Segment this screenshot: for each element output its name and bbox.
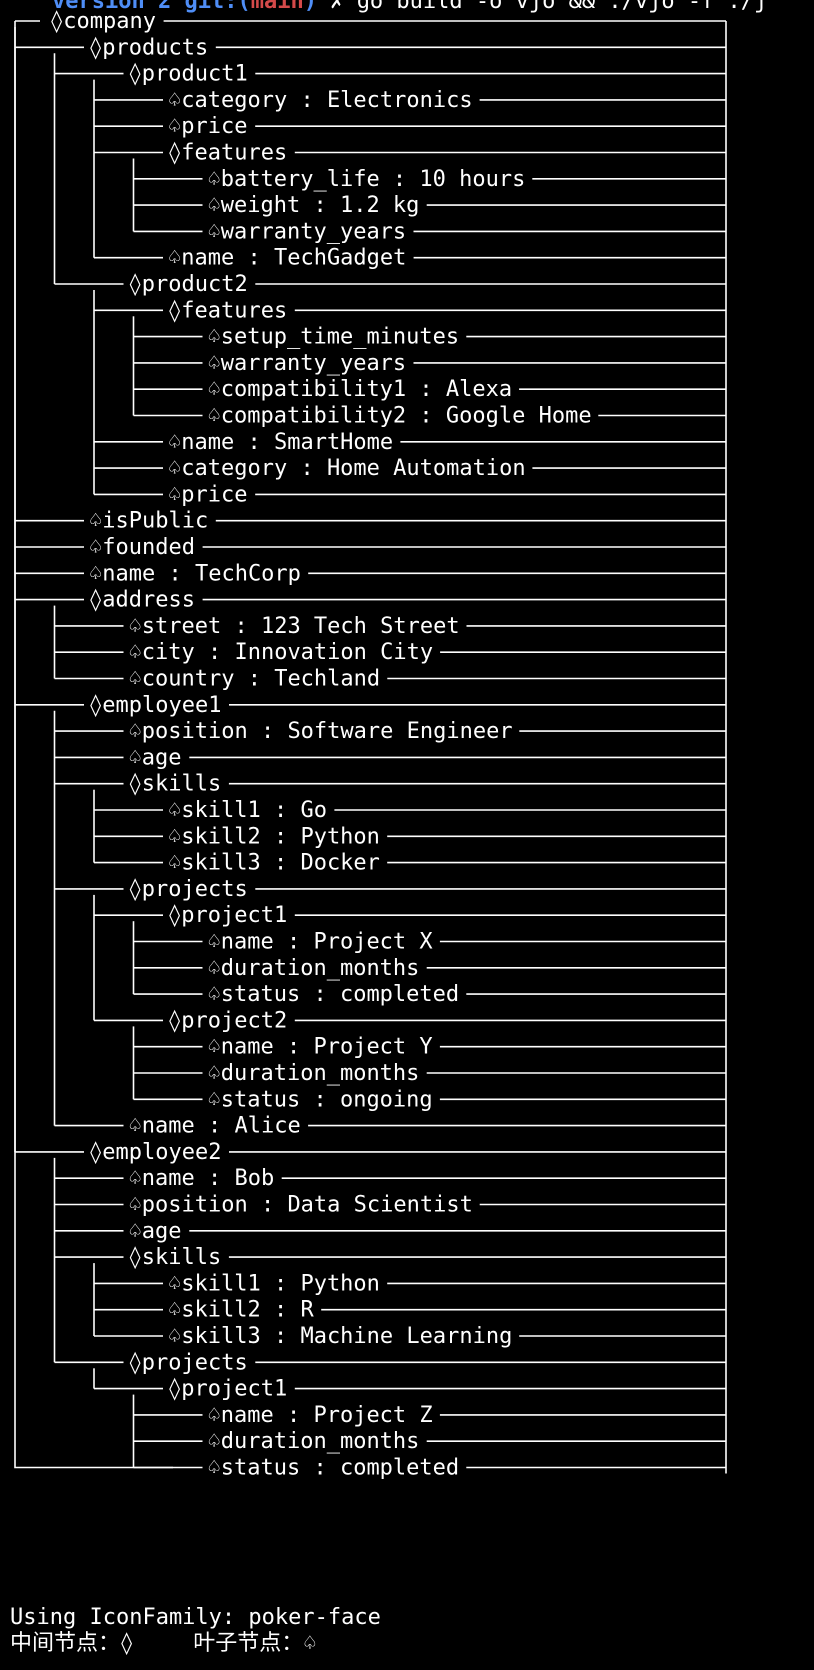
tree-inner-node: ◊address — [89, 588, 195, 613]
tree-leaf-node: ♤skill3 : Machine Learning — [168, 1324, 512, 1349]
tree-leaf-node: ♤price — [168, 114, 247, 139]
tree-leaf-node: ♤isPublic — [89, 509, 208, 534]
tree-leaf-node: ♤position : Data Scientist — [129, 1193, 473, 1218]
tree-leaf-node: ♤name : Project X — [208, 930, 434, 955]
tree-inner-node: ◊skills — [129, 1245, 222, 1270]
tree-leaf-node: ♤compatibility2 : Google Home — [208, 404, 592, 429]
tree-leaf-node: ♤age — [129, 1219, 182, 1244]
tree-inner-node: ◊features — [168, 141, 287, 166]
tree-leaf-node: ♤name : Project Y — [208, 1035, 433, 1060]
tree-leaf-node: ♤skill3 : Docker — [168, 851, 380, 876]
tree-inner-node: ◊project1 — [168, 903, 287, 928]
tree-leaf-node: ♤warranty_years — [208, 351, 407, 376]
tree-leaf-node: ♤skill2 : R — [168, 1298, 314, 1323]
tree-leaf-node: ♤skill2 : Python — [168, 824, 380, 849]
tree-leaf-node: ♤city : Innovation City — [129, 640, 434, 665]
inner-node-legend: 中间节点：◊ — [10, 1631, 134, 1656]
tree-inner-node: ◊product1 — [129, 62, 248, 87]
tree-leaf-node: ♤category : Electronics — [168, 88, 473, 113]
tree-leaf-node: ♤warranty_years — [208, 219, 407, 244]
tree-output: ◊company◊products◊product1♤category : El… — [14, 9, 727, 1481]
tree-leaf-node: ♤country : Techland — [129, 667, 381, 692]
tree-inner-node: ◊company — [50, 9, 156, 34]
tree-leaf-node: ♤status : completed — [208, 1456, 460, 1481]
tree-leaf-node: ♤weight : 1.2 kg — [208, 193, 420, 218]
tree-leaf-node: ♤founded — [89, 535, 195, 560]
tree-leaf-node: ♤name : Project Z — [208, 1403, 433, 1428]
tree-leaf-node: ♤duration_months — [208, 1061, 420, 1086]
tree-inner-node: ◊project1 — [168, 1377, 287, 1402]
tree-leaf-node: ♤skill1 : Go — [168, 798, 327, 823]
tree-leaf-node: ♤status : completed — [208, 982, 460, 1007]
tree-leaf-node: ♤age — [129, 745, 182, 770]
tree-inner-node: ◊product2 — [129, 272, 248, 297]
tree-leaf-node: ♤name : Alice — [129, 1114, 301, 1139]
tree-leaf-node: ♤name : Bob — [129, 1166, 275, 1191]
tree-leaf-node: ♤name : TechCorp — [89, 561, 301, 586]
tree-leaf-node: ♤status : ongoing — [208, 1087, 433, 1112]
tree-inner-node: ◊products — [89, 35, 208, 60]
tree-inner-node: ◊features — [168, 298, 287, 323]
icon-family-line: Using IconFamily: poker-face — [10, 1605, 381, 1630]
leaf-node-legend: 叶子节点：♤ — [193, 1631, 317, 1656]
tree-leaf-node: ♤name : SmartHome — [168, 430, 393, 455]
tree-leaf-node: ♤duration_months — [208, 1429, 420, 1454]
tree-leaf-node: ♤battery_life : 10 hours — [208, 167, 526, 192]
tree-leaf-node: ♤compatibility1 : Alexa — [208, 377, 513, 402]
tree-inner-node: ◊project2 — [168, 1008, 287, 1033]
tree-leaf-node: ♤setup_time_minutes — [208, 325, 460, 350]
tree-inner-node: ◊projects — [129, 1350, 248, 1375]
tree-leaf-node: ♤street : 123 Tech Street — [129, 614, 460, 639]
tree-leaf-node: ♤duration_months — [208, 956, 420, 981]
tree-leaf-node: ♤skill1 : Python — [168, 1271, 380, 1296]
tree-inner-node: ◊skills — [129, 772, 222, 797]
tree-inner-node: ◊employee2 — [89, 1140, 221, 1165]
tree-leaf-node: ♤name : TechGadget — [168, 246, 406, 271]
tree-leaf-node: ♤price — [168, 482, 247, 507]
tree-inner-node: ◊employee1 — [89, 693, 221, 718]
icon-legend-line: 中间节点：◊ 叶子节点：♤ — [10, 1631, 317, 1657]
tree-leaf-node: ♤category : Home Automation — [168, 456, 526, 481]
tree-leaf-node: ♤position : Software Engineer — [129, 719, 513, 744]
tree-inner-node: ◊projects — [129, 877, 248, 902]
terminal-window[interactable]: version 2 git:(main) ✗ go build -o vjo &… — [0, 0, 814, 1670]
